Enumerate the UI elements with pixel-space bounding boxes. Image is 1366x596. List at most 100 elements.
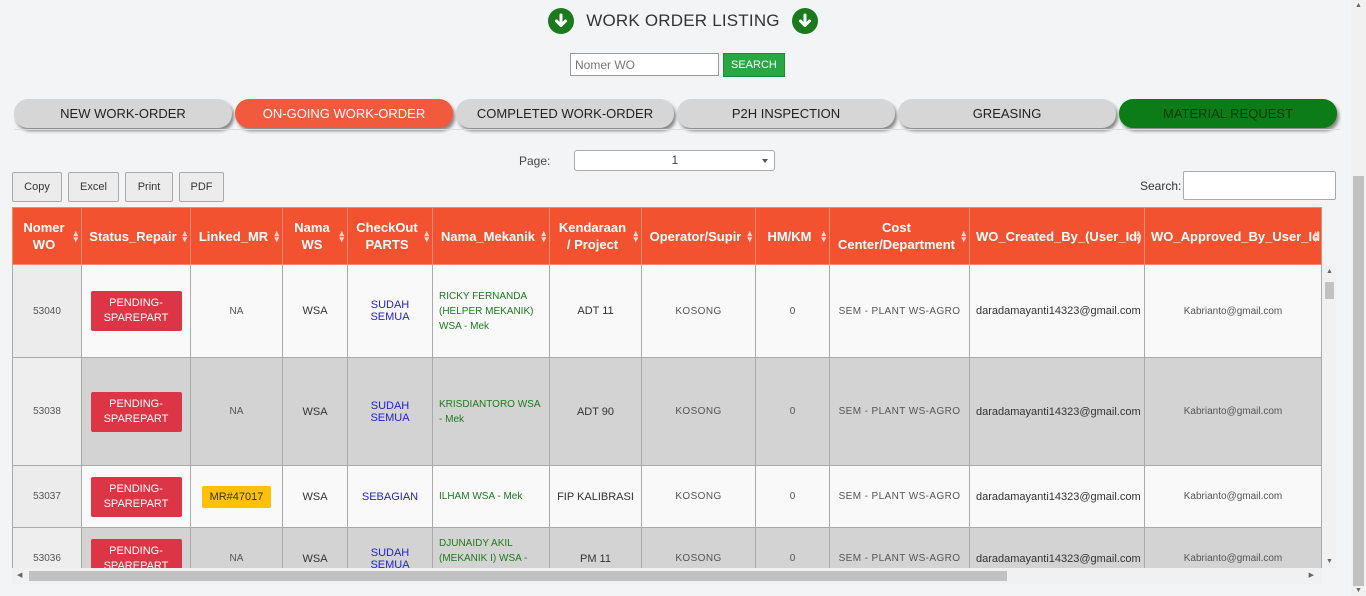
- scroll-down-icon[interactable]: ▼: [1355, 587, 1362, 594]
- scroll-thumb[interactable]: [1353, 176, 1364, 586]
- nama-mekanik: KRISDIANTORO WSA - Mek: [432, 357, 550, 466]
- table-header-row: Nomer WO ▴ ▾ Status_Repair ▴ ▾ Linked_MR ▴ ▾ N…: [12, 207, 1322, 265]
- column-header: [1321, 207, 1322, 265]
- hm-km: 0: [755, 264, 830, 358]
- wo-number: 53037: [12, 465, 82, 528]
- arrow-down-circle-icon: [548, 8, 575, 34]
- status-badge: PENDING-SPAREPART: [90, 291, 182, 331]
- print-button[interactable]: Print: [125, 172, 173, 202]
- scroll-down-icon[interactable]: ▼: [1326, 558, 1333, 565]
- status-cell: PENDING-SPAREPART: [81, 527, 191, 568]
- scroll-right-icon[interactable]: ▶: [1309, 571, 1314, 579]
- page-header: WORK ORDER LISTING: [0, 8, 1366, 34]
- status-cell: PENDING-SPAREPART: [81, 465, 191, 528]
- sort-icon: ▴ ▾: [274, 228, 279, 244]
- column-header[interactable]: WO_Approved_By_User_Id ▴ ▾: [1144, 207, 1322, 265]
- wo-search-bar: SEARCH: [570, 53, 785, 77]
- kendaraan: FIP KALIBRASI: [549, 465, 642, 528]
- created-by: daradamayanti14323@gmail.com: [969, 264, 1145, 358]
- kendaraan: ADT 11: [549, 264, 642, 358]
- table-row[interactable]: 53040 PENDING-SPAREPART NA WSA SUDAH SEM…: [12, 264, 1322, 358]
- page-select-value: 1: [671, 153, 679, 167]
- linked-mr: NA: [190, 264, 283, 358]
- mr-badge[interactable]: MR#47017: [201, 485, 272, 508]
- wo-number: 53040: [12, 264, 82, 358]
- table-row[interactable]: 53036 PENDING-SPAREPART NA WSA SUDAH SEM…: [12, 527, 1322, 568]
- column-header[interactable]: Nomer WO ▴ ▾: [12, 207, 82, 265]
- status-badge: PENDING-SPAREPART: [90, 476, 182, 517]
- sort-icon: ▴ ▾: [339, 228, 344, 244]
- wo-number: 53038: [12, 357, 82, 466]
- page-scrollbar[interactable]: ▲ ▼: [1351, 0, 1366, 596]
- linked-mr: NA: [190, 527, 283, 568]
- status-badge: PENDING-SPAREPART: [90, 391, 182, 432]
- table-vertical-scrollbar[interactable]: ▲ ▼: [1322, 265, 1336, 568]
- search-button[interactable]: SEARCH: [723, 53, 785, 77]
- operator: KOSONG: [641, 527, 756, 568]
- column-header[interactable]: Operator/Supir ▴ ▾: [641, 207, 756, 265]
- tab-new-work-order[interactable]: NEW WORK-ORDER: [14, 99, 232, 128]
- column-header[interactable]: WO_Created_By_(User_Id) ▴ ▾: [969, 207, 1145, 265]
- scroll-left-icon[interactable]: ◀: [17, 571, 22, 579]
- arrow-down-circle-icon: [791, 8, 818, 34]
- approved-by: Kabrianto@gmail.com: [1144, 264, 1322, 358]
- pdf-button[interactable]: PDF: [179, 172, 224, 202]
- table-search-input[interactable]: [1183, 171, 1337, 200]
- page-selector: Page: 1: [519, 150, 776, 171]
- scroll-up-icon[interactable]: ▲: [1326, 268, 1333, 275]
- tab-p2h-inspection[interactable]: P2H INSPECTION: [677, 99, 895, 128]
- table-row[interactable]: 53037 PENDING-SPAREPART MR#47017 WSA SEB…: [12, 465, 1322, 528]
- export-buttons: Copy Excel Print PDF: [12, 172, 224, 202]
- column-header[interactable]: Kendaraan / Project ▴ ▾: [549, 207, 642, 265]
- hm-km: 0: [755, 357, 830, 466]
- approved-by: Kabrianto@gmail.com: [1144, 465, 1322, 528]
- column-header[interactable]: Nama_Mekanik ▴ ▾: [432, 207, 550, 265]
- hm-km: 0: [755, 527, 830, 568]
- tabs-divider: [14, 129, 1340, 130]
- checkout-parts: SEBAGIAN: [347, 465, 433, 528]
- page-select[interactable]: 1: [574, 150, 776, 171]
- copy-button[interactable]: Copy: [12, 172, 62, 202]
- nama-mekanik: ILHAM WSA - Mek: [432, 465, 550, 528]
- cost-center: SEM - PLANT WS-AGRO: [829, 264, 970, 358]
- kendaraan: ADT 90: [549, 357, 642, 466]
- cost-center: SEM - PLANT WS-AGRO: [829, 357, 970, 466]
- sort-icon: ▴ ▾: [961, 228, 966, 244]
- status-badge: PENDING-SPAREPART: [90, 538, 182, 568]
- tab-material-request[interactable]: MATERIAL REQUEST: [1119, 99, 1337, 128]
- nama-ws: WSA: [282, 527, 348, 568]
- cost-center: SEM - PLANT WS-AGRO: [829, 465, 970, 528]
- sort-icon: ▴ ▾: [424, 228, 429, 244]
- table-row[interactable]: 53038 PENDING-SPAREPART NA WSA SUDAH SEM…: [12, 357, 1322, 466]
- column-header[interactable]: CheckOut PARTS ▴ ▾: [347, 207, 433, 265]
- operator: KOSONG: [641, 264, 756, 358]
- page-title: WORK ORDER LISTING: [586, 11, 780, 30]
- checkout-parts: SUDAH SEMUA: [347, 357, 433, 466]
- checkout-parts: SUDAH SEMUA: [347, 264, 433, 358]
- column-header[interactable]: Linked_MR ▴ ▾: [190, 207, 283, 265]
- scroll-thumb[interactable]: [1325, 282, 1334, 299]
- scroll-up-icon[interactable]: ▲: [1355, 2, 1362, 9]
- sort-icon: ▴ ▾: [73, 228, 78, 244]
- table-horizontal-scrollbar[interactable]: ◀ ▶: [12, 568, 1322, 584]
- sort-icon: ▴ ▾: [821, 228, 826, 244]
- sort-icon: ▴ ▾: [1313, 228, 1318, 244]
- hm-km: 0: [755, 465, 830, 528]
- cost-center: SEM - PLANT WS-AGRO: [829, 527, 970, 568]
- sort-icon: ▴ ▾: [1136, 228, 1141, 244]
- column-header[interactable]: HM/KM ▴ ▾: [755, 207, 830, 265]
- tab-completed-work-order[interactable]: COMPLETED WORK-ORDER: [456, 99, 674, 128]
- work-order-table: Nomer WO ▴ ▾ Status_Repair ▴ ▾ Linked_MR ▴ ▾ N…: [12, 207, 1322, 568]
- column-header[interactable]: Status_Repair ▴ ▾: [81, 207, 191, 265]
- excel-button[interactable]: Excel: [68, 172, 119, 202]
- column-header[interactable]: Cost Center/Department ▴ ▾: [829, 207, 970, 265]
- operator: KOSONG: [641, 357, 756, 466]
- tab-greasing[interactable]: GREASING: [898, 99, 1116, 128]
- wo-number-input[interactable]: [570, 53, 719, 76]
- tab-on-going-work-order[interactable]: ON-GOING WORK-ORDER: [235, 99, 453, 128]
- table-search-label: Search:: [1140, 178, 1182, 193]
- table-search: Search:: [1140, 171, 1337, 200]
- checkout-parts: SUDAH SEMUA: [347, 527, 433, 568]
- scroll-thumb[interactable]: [29, 571, 1007, 581]
- column-header[interactable]: Nama WS ▴ ▾: [282, 207, 348, 265]
